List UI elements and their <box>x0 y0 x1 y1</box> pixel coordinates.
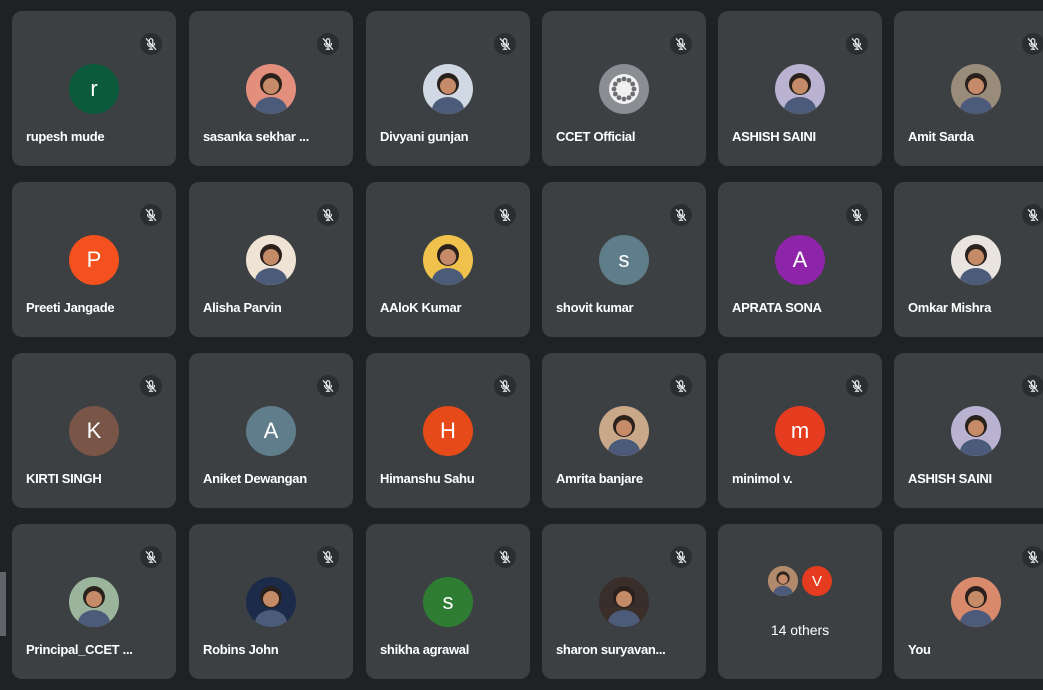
mic-off-icon <box>1022 33 1043 55</box>
mic-off-icon <box>670 204 692 226</box>
avatar-photo <box>246 577 296 627</box>
avatar-initial: K <box>69 406 119 456</box>
participant-name: Divyani gunjan <box>380 129 469 144</box>
avatar-photo <box>423 64 473 114</box>
participant-tile[interactable]: ASHISH SAINI <box>718 11 882 166</box>
participant-name: KIRTI SINGH <box>26 471 102 486</box>
participant-tile[interactable]: A APRATA SONA <box>718 182 882 337</box>
avatar-initial: H <box>423 406 473 456</box>
mic-off-icon <box>846 204 868 226</box>
participant-tile[interactable]: Robins John <box>189 524 353 679</box>
participant-tile[interactable]: Amit Sarda <box>894 11 1043 166</box>
avatar-photo <box>951 64 1001 114</box>
participant-tile[interactable]: K KIRTI SINGH <box>12 353 176 508</box>
avatar-photo <box>775 64 825 114</box>
avatar-photo <box>599 406 649 456</box>
participant-name: AAloK Kumar <box>380 300 462 315</box>
participant-name: Robins John <box>203 642 279 657</box>
participant-name: shikha agrawal <box>380 642 470 657</box>
participant-name: sharon suryavan... <box>556 642 666 657</box>
participant-name: minimol v. <box>732 471 793 486</box>
logo-avatar <box>599 64 649 114</box>
participant-tile[interactable]: AAloK Kumar <box>366 182 530 337</box>
participant-name: Amrita banjare <box>556 471 643 486</box>
mic-off-icon <box>317 375 339 397</box>
mic-off-icon <box>1022 204 1043 226</box>
participant-name: You <box>908 642 931 657</box>
participant-name: Alisha Parvin <box>203 300 282 315</box>
participant-tile[interactable]: s shikha agrawal <box>366 524 530 679</box>
mic-off-icon <box>494 375 516 397</box>
mic-off-icon <box>317 204 339 226</box>
others-avatar-photo <box>768 566 798 596</box>
mic-off-icon <box>317 33 339 55</box>
mic-off-icon <box>670 33 692 55</box>
participant-tile[interactable]: m minimol v. <box>718 353 882 508</box>
participant-tile[interactable]: H Himanshu Sahu <box>366 353 530 508</box>
participant-tile[interactable]: sharon suryavan... <box>542 524 706 679</box>
mic-off-icon <box>140 375 162 397</box>
participant-tile[interactable]: Amrita banjare <box>542 353 706 508</box>
participant-name: Omkar Mishra <box>908 300 992 315</box>
mic-off-icon <box>494 33 516 55</box>
mic-off-icon <box>1022 375 1043 397</box>
avatar-photo <box>246 64 296 114</box>
mic-off-icon <box>140 546 162 568</box>
avatar-photo <box>951 235 1001 285</box>
participant-name: shovit kumar <box>556 300 634 315</box>
participant-tile[interactable]: r rupesh mude <box>12 11 176 166</box>
mic-off-icon <box>670 546 692 568</box>
mic-off-icon <box>670 375 692 397</box>
others-count-label: 14 others <box>770 622 830 638</box>
participant-tile[interactable]: Principal_CCET ... <box>12 524 176 679</box>
participant-name: ASHISH SAINI <box>908 471 992 486</box>
avatar-photo <box>599 577 649 627</box>
participant-tile[interactable]: CCET Official <box>542 11 706 166</box>
participant-name: Himanshu Sahu <box>380 471 475 486</box>
participant-tile[interactable]: A Aniket Dewangan <box>189 353 353 508</box>
participant-name: APRATA SONA <box>732 300 822 315</box>
participant-tile[interactable]: sasanka sekhar ... <box>189 11 353 166</box>
participant-tile[interactable]: Alisha Parvin <box>189 182 353 337</box>
avatar-initial: s <box>423 577 473 627</box>
avatar-photo <box>246 235 296 285</box>
participant-name: ASHISH SAINI <box>732 129 816 144</box>
participant-name: sasanka sekhar ... <box>203 129 309 144</box>
others-tile[interactable]: V 14 others <box>718 524 882 679</box>
participant-name: Aniket Dewangan <box>203 471 307 486</box>
avatar-initial: A <box>775 235 825 285</box>
participant-name: rupesh mude <box>26 129 105 144</box>
mic-off-icon <box>1022 546 1043 568</box>
mic-off-icon <box>846 375 868 397</box>
participant-tile[interactable]: s shovit kumar <box>542 182 706 337</box>
avatar-initial: m <box>775 406 825 456</box>
avatar-photo <box>69 577 119 627</box>
avatar-photo <box>951 577 1001 627</box>
avatar-initial: r <box>69 64 119 114</box>
participant-tile[interactable]: P Preeti Jangade <box>12 182 176 337</box>
avatar-initial: s <box>599 235 649 285</box>
participant-tile[interactable]: ASHISH SAINI <box>894 353 1043 508</box>
avatar-initial: A <box>246 406 296 456</box>
participant-name: Amit Sarda <box>908 129 974 144</box>
participant-tile[interactable]: Omkar Mishra <box>894 182 1043 337</box>
meeting-grid: r rupesh mude sasanka sekhar ... Divyani gu… <box>0 0 1043 690</box>
side-edge-marker <box>0 572 6 636</box>
others-avatar-letter: V <box>802 566 832 596</box>
mic-off-icon <box>317 546 339 568</box>
participant-name: CCET Official <box>556 129 636 144</box>
mic-off-icon <box>846 33 868 55</box>
avatar-initial: P <box>69 235 119 285</box>
avatar-photo <box>423 235 473 285</box>
participant-name: Preeti Jangade <box>26 300 115 315</box>
participant-tile[interactable]: Divyani gunjan <box>366 11 530 166</box>
participant-name: Principal_CCET ... <box>26 642 133 657</box>
avatar-photo <box>951 406 1001 456</box>
participant-tile[interactable]: You <box>894 524 1043 679</box>
mic-off-icon <box>140 204 162 226</box>
mic-off-icon <box>494 546 516 568</box>
mic-off-icon <box>140 33 162 55</box>
mic-off-icon <box>494 204 516 226</box>
